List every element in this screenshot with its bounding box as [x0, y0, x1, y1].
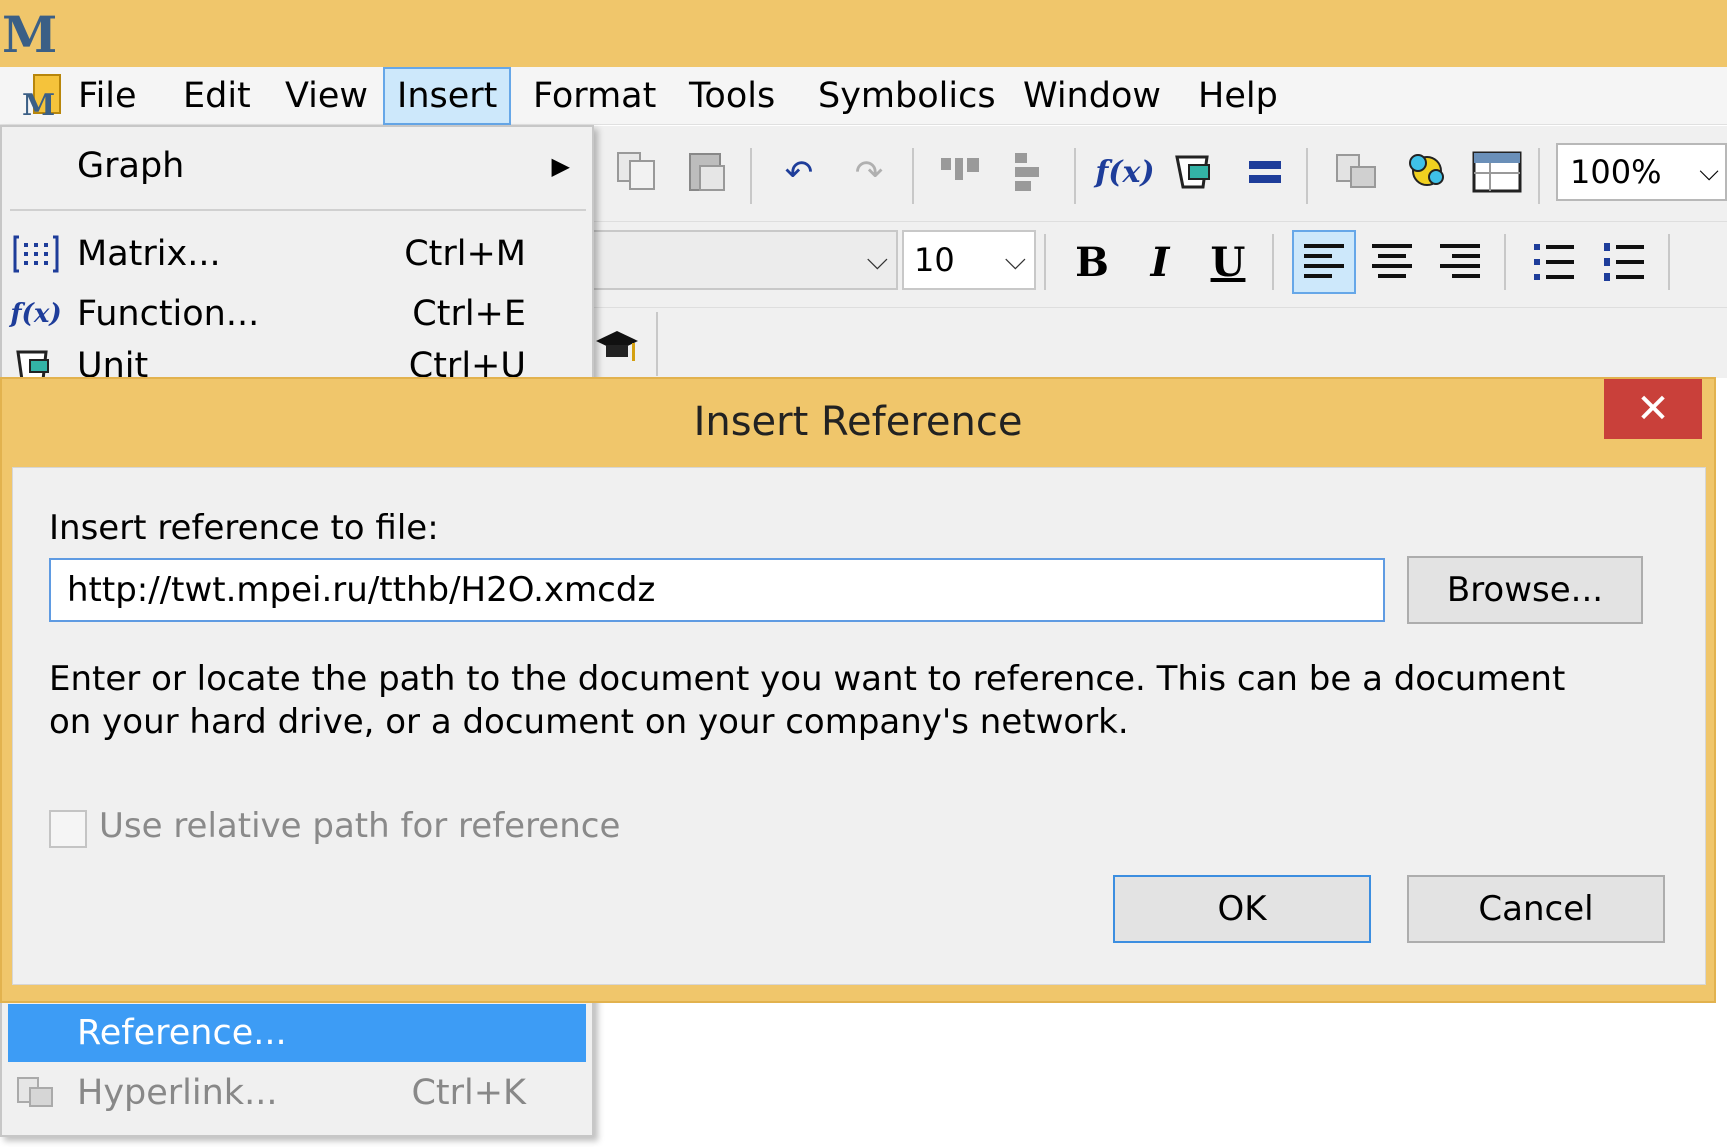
align-right-button[interactable]: [1428, 230, 1492, 294]
menu-separator: [10, 209, 586, 211]
bullet-list-button[interactable]: [1522, 230, 1586, 294]
align-right-text-icon: [1440, 244, 1480, 278]
dialog-description: Enter or locate the path to the document…: [49, 658, 1609, 744]
function-icon: f(x): [10, 299, 62, 329]
document-icon[interactable]: M: [20, 73, 64, 119]
evaluate-icon[interactable]: [1240, 146, 1290, 198]
hyperlink-icon: [12, 1072, 60, 1114]
cancel-button[interactable]: Cancel: [1407, 875, 1665, 943]
menu-window[interactable]: Window: [1011, 67, 1173, 125]
toolbar-separator: [1504, 234, 1506, 290]
hyperlink-toolbar-icon[interactable]: [1330, 146, 1384, 198]
undo-icon[interactable]: ↶: [774, 148, 824, 198]
menu-item-label: Matrix...: [77, 234, 221, 274]
menu-edit[interactable]: Edit: [171, 67, 263, 125]
italic-button[interactable]: I: [1128, 230, 1192, 294]
menu-tools[interactable]: Tools: [677, 67, 787, 125]
paste-icon[interactable]: [682, 146, 732, 196]
submenu-arrow-icon: ▶: [551, 152, 570, 180]
svg-text:M: M: [22, 88, 55, 119]
insert-function-icon[interactable]: f(x): [1095, 146, 1154, 198]
font-size-value: 10: [914, 241, 955, 279]
menu-format[interactable]: Format: [521, 67, 668, 125]
toolbar-separator: [1074, 148, 1076, 204]
zoom-select[interactable]: 100% ⌵: [1556, 143, 1727, 201]
menu-item-shortcut: Ctrl+M: [404, 234, 526, 274]
browse-button[interactable]: Browse...: [1407, 556, 1643, 624]
close-icon: ✕: [1636, 386, 1670, 432]
file-path-input[interactable]: [49, 558, 1385, 622]
chevron-down-icon: ⌵: [1699, 157, 1719, 187]
menu-help[interactable]: Help: [1186, 67, 1290, 125]
window-icon[interactable]: [1470, 146, 1524, 198]
align-center-text-icon: [1372, 244, 1412, 278]
menu-item-reference[interactable]: Reference...: [8, 1004, 586, 1062]
numbered-list-icon: [1604, 243, 1644, 281]
chevron-down-icon: ⌵: [1004, 243, 1026, 276]
menu-item-function[interactable]: f(x) Function... Ctrl+E: [2, 285, 592, 343]
font-name-select[interactable]: ⌵: [590, 230, 898, 290]
insert-reference-dialog: Insert Reference ✕ Insert reference to f…: [0, 377, 1716, 1003]
menu-item-graph[interactable]: Graph ▶: [2, 137, 592, 195]
toolbar-separator: [1668, 234, 1670, 290]
menu-item-shortcut: Ctrl+K: [411, 1073, 526, 1113]
toolbar-separator: [912, 148, 914, 204]
menu-item-label: Reference...: [77, 1013, 287, 1053]
toolbar-separator: [656, 312, 658, 376]
description-line: Enter or locate the path to the document…: [49, 659, 1566, 699]
menu-item-label: Function...: [77, 294, 260, 334]
toolbar-separator: [1044, 234, 1046, 290]
align-left-text-icon: [1304, 244, 1344, 278]
menu-bar: M File Edit View Insert Format Tools Sym…: [0, 67, 1727, 125]
toolbar-separator: [1272, 234, 1274, 290]
dialog-content: Insert reference to file: Browse... Ente…: [12, 467, 1706, 985]
align-top-icon[interactable]: [936, 146, 986, 196]
menu-view[interactable]: View: [273, 67, 380, 125]
align-left-icon[interactable]: [1000, 148, 1050, 198]
align-center-button[interactable]: [1360, 230, 1424, 294]
menu-item-shortcut: Ctrl+E: [412, 294, 526, 334]
menu-item-label: Hyperlink...: [77, 1073, 278, 1113]
bullet-list-icon: [1534, 244, 1574, 280]
dialog-title: Insert Reference: [693, 399, 1023, 445]
relative-path-checkbox[interactable]: [49, 810, 87, 848]
font-size-select[interactable]: 10 ⌵: [902, 230, 1036, 290]
zoom-value: 100%: [1570, 153, 1662, 191]
menu-item-hyperlink[interactable]: Hyperlink... Ctrl+K: [2, 1064, 592, 1122]
align-left-button[interactable]: [1292, 230, 1356, 294]
chevron-down-icon: ⌵: [866, 243, 888, 276]
component-icon[interactable]: [1400, 144, 1454, 198]
close-button[interactable]: ✕: [1604, 379, 1702, 439]
menu-item-matrix[interactable]: Matrix... Ctrl+M: [2, 225, 592, 283]
toolbar-separator: [1306, 148, 1308, 204]
relative-path-label: Use relative path for reference: [99, 806, 621, 846]
bold-button[interactable]: B: [1060, 230, 1124, 294]
redo-icon[interactable]: ↷: [844, 148, 894, 198]
toolbar-separator: [1538, 148, 1540, 204]
underline-button[interactable]: U: [1196, 230, 1260, 294]
menu-file[interactable]: File: [66, 67, 149, 125]
matrix-icon: [12, 233, 60, 275]
insert-unit-icon[interactable]: [1170, 146, 1220, 198]
toolbar-separator: [750, 148, 752, 204]
file-path-label: Insert reference to file:: [49, 508, 439, 548]
copy-icon[interactable]: [612, 146, 662, 196]
window-title-bar: M: [0, 0, 1727, 67]
menu-symbolics[interactable]: Symbolics: [806, 67, 1008, 125]
menu-item-label: Graph: [77, 146, 185, 186]
app-logo: M: [2, 5, 57, 64]
ok-button[interactable]: OK: [1113, 875, 1371, 943]
tutorial-cap-icon[interactable]: [592, 322, 642, 372]
menu-insert[interactable]: Insert: [383, 67, 511, 125]
description-line: on your hard drive, or a document on you…: [49, 702, 1129, 742]
resources-toolbar: [590, 308, 1727, 378]
numbered-list-button[interactable]: [1592, 230, 1656, 294]
